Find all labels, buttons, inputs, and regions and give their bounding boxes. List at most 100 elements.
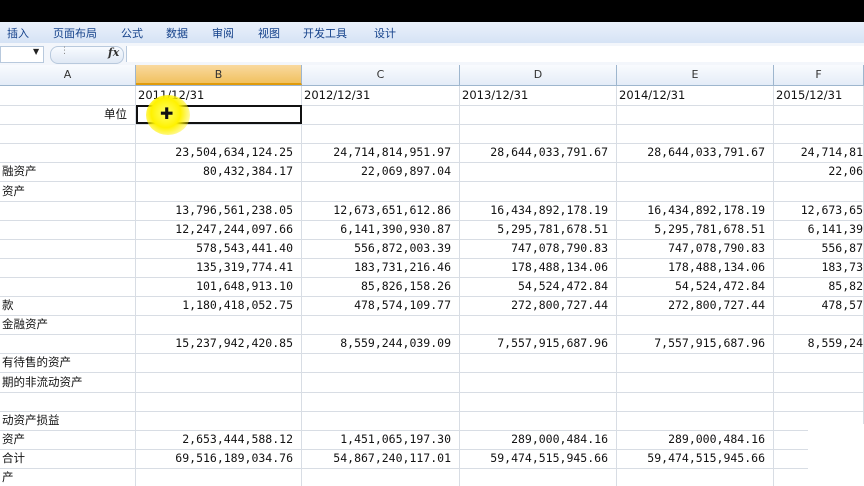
column-header-d[interactable]: D bbox=[460, 65, 617, 85]
cell-e[interactable] bbox=[617, 392, 774, 411]
cell-b[interactable]: 69,516,189,034.76 bbox=[136, 449, 302, 468]
cell-d[interactable] bbox=[460, 105, 617, 124]
cell-d[interactable]: 59,474,515,945.66 bbox=[460, 449, 617, 468]
cell-e[interactable] bbox=[617, 162, 774, 181]
cell-a[interactable]: 动资产损益 bbox=[0, 411, 136, 430]
cell-d[interactable]: 289,000,484.16 bbox=[460, 430, 617, 449]
cell-d[interactable] bbox=[460, 373, 617, 392]
cell-a[interactable]: 产 bbox=[0, 468, 136, 486]
cell-d[interactable] bbox=[460, 468, 617, 486]
cell-d[interactable]: 747,078,790.83 bbox=[460, 239, 617, 258]
cell-a[interactable]: 资产 bbox=[0, 430, 136, 449]
resize-grip-icon[interactable]: ⋮ bbox=[60, 46, 69, 56]
cell-e[interactable] bbox=[617, 353, 774, 372]
cell-c[interactable] bbox=[302, 124, 460, 143]
cell-f[interactable]: 556,87 bbox=[774, 239, 864, 258]
cell-c[interactable] bbox=[302, 392, 460, 411]
cell-b[interactable]: 2,653,444,588.12 bbox=[136, 430, 302, 449]
cell-e[interactable] bbox=[617, 105, 774, 124]
cell-c[interactable]: 556,872,003.39 bbox=[302, 239, 460, 258]
cell-f[interactable]: 22,06 bbox=[774, 162, 864, 181]
cell-d[interactable]: 28,644,033,791.67 bbox=[460, 143, 617, 162]
column-header-b[interactable]: B bbox=[136, 65, 302, 85]
cell-c[interactable]: 12,673,651,612.86 bbox=[302, 201, 460, 220]
cell-d[interactable]: 54,524,472.84 bbox=[460, 277, 617, 296]
cell-d[interactable] bbox=[460, 124, 617, 143]
cell-e[interactable]: 5,295,781,678.51 bbox=[617, 220, 774, 239]
cell-b[interactable] bbox=[136, 392, 302, 411]
cell-c[interactable]: 1,451,065,197.30 bbox=[302, 430, 460, 449]
chevron-down-icon[interactable]: ▼ bbox=[33, 47, 39, 56]
cell-c[interactable]: 54,867,240,117.01 bbox=[302, 449, 460, 468]
cell-c[interactable] bbox=[302, 468, 460, 486]
cell-e[interactable]: 59,474,515,945.66 bbox=[617, 449, 774, 468]
cell-e[interactable]: 747,078,790.83 bbox=[617, 239, 774, 258]
cell-b[interactable]: 80,432,384.17 bbox=[136, 162, 302, 181]
cell-d[interactable]: 178,488,134.06 bbox=[460, 258, 617, 277]
cell-a[interactable]: 资产 bbox=[0, 182, 136, 201]
cell-a[interactable] bbox=[0, 86, 136, 105]
cell-f[interactable]: 24,714,81 bbox=[774, 143, 864, 162]
column-header-c[interactable]: C bbox=[302, 65, 460, 85]
cell-b[interactable]: 13,796,561,238.05 bbox=[136, 201, 302, 220]
cell-b[interactable] bbox=[136, 468, 302, 486]
cell-e[interactable]: 54,524,472.84 bbox=[617, 277, 774, 296]
cell-d[interactable]: 7,557,915,687.96 bbox=[460, 334, 617, 353]
cell-c[interactable]: 22,069,897.04 bbox=[302, 162, 460, 181]
cell-f[interactable]: 85,82 bbox=[774, 277, 864, 296]
cell-f[interactable] bbox=[774, 124, 864, 143]
cell-e[interactable] bbox=[617, 411, 774, 430]
cell-f[interactable]: 478,57 bbox=[774, 296, 864, 315]
cell-b[interactable]: 578,543,441.40 bbox=[136, 239, 302, 258]
cell-f[interactable] bbox=[774, 392, 864, 411]
cell-e[interactable]: 178,488,134.06 bbox=[617, 258, 774, 277]
cell-c[interactable] bbox=[302, 353, 460, 372]
cell-a[interactable] bbox=[0, 124, 136, 143]
cell-a[interactable] bbox=[0, 143, 136, 162]
cell-c[interactable]: 183,731,216.46 bbox=[302, 258, 460, 277]
cell-f[interactable]: 183,73 bbox=[774, 258, 864, 277]
cell-c[interactable]: 85,826,158.26 bbox=[302, 277, 460, 296]
cell-f[interactable] bbox=[774, 182, 864, 201]
cell-b[interactable]: 135,319,774.41 bbox=[136, 258, 302, 277]
cell-a[interactable] bbox=[0, 258, 136, 277]
cell-b[interactable] bbox=[136, 315, 302, 334]
cell-f[interactable] bbox=[774, 353, 864, 372]
cell-d[interactable]: 2013/12/31 bbox=[460, 86, 617, 105]
cell-b[interactable]: 15,237,942,420.85 bbox=[136, 334, 302, 353]
cell-c[interactable] bbox=[302, 373, 460, 392]
cell-c[interactable] bbox=[302, 105, 460, 124]
column-header-e[interactable]: E bbox=[617, 65, 774, 85]
tab-data[interactable]: 数据 bbox=[166, 25, 188, 41]
cell-e[interactable]: 272,800,727.44 bbox=[617, 296, 774, 315]
cell-e[interactable] bbox=[617, 373, 774, 392]
column-header-f[interactable]: F bbox=[774, 65, 864, 85]
cell-f[interactable] bbox=[774, 315, 864, 334]
cell-e[interactable]: 289,000,484.16 bbox=[617, 430, 774, 449]
cell-d[interactable] bbox=[460, 411, 617, 430]
cell-e[interactable]: 28,644,033,791.67 bbox=[617, 143, 774, 162]
tab-view[interactable]: 视图 bbox=[258, 25, 280, 41]
tab-page-layout[interactable]: 页面布局 bbox=[53, 25, 97, 41]
cell-d[interactable]: 272,800,727.44 bbox=[460, 296, 617, 315]
column-header-a[interactable]: A bbox=[0, 65, 136, 85]
cell-b[interactable]: 23,504,634,124.25 bbox=[136, 143, 302, 162]
cell-e[interactable]: 16,434,892,178.19 bbox=[617, 201, 774, 220]
tab-design[interactable]: 设计 bbox=[374, 25, 396, 41]
cell-d[interactable] bbox=[460, 353, 617, 372]
cell-f[interactable]: 12,673,65 bbox=[774, 201, 864, 220]
cell-a[interactable]: 金融资产 bbox=[0, 315, 136, 334]
cell-b[interactable]: 12,247,244,097.66 bbox=[136, 220, 302, 239]
tab-developer[interactable]: 开发工具 bbox=[303, 25, 347, 41]
cell-e[interactable] bbox=[617, 124, 774, 143]
cell-a[interactable] bbox=[0, 201, 136, 220]
cell-e[interactable] bbox=[617, 315, 774, 334]
cell-a[interactable] bbox=[0, 392, 136, 411]
cell-a[interactable] bbox=[0, 334, 136, 353]
cell-c[interactable] bbox=[302, 411, 460, 430]
cell-e[interactable] bbox=[617, 468, 774, 486]
cell-a[interactable]: 合计 bbox=[0, 449, 136, 468]
cell-f[interactable] bbox=[774, 105, 864, 124]
cell-d[interactable]: 16,434,892,178.19 bbox=[460, 201, 617, 220]
cell-b[interactable] bbox=[136, 182, 302, 201]
